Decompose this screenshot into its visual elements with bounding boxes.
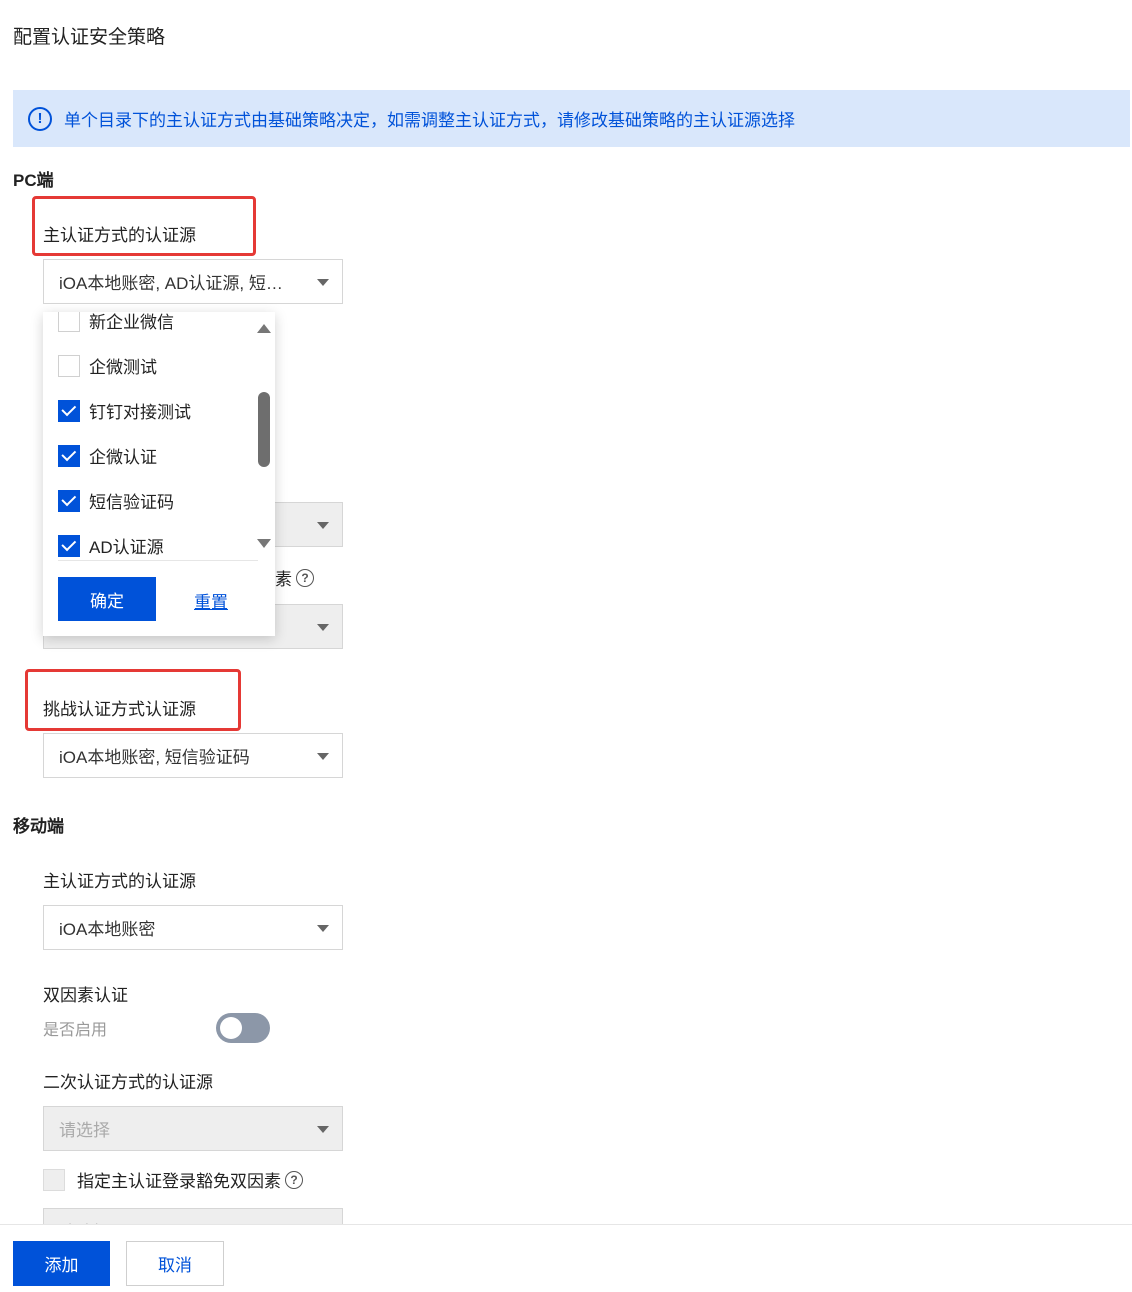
caret-down-icon	[317, 925, 329, 932]
notice-text: 单个目录下的主认证方式由基础策略决定，如需调整主认证方式，请修改基础策略的主认证…	[64, 111, 795, 130]
confirm-button[interactable]: 确定	[58, 577, 156, 621]
scrollbar-thumb[interactable]	[258, 392, 270, 467]
option-label: AD认证源	[89, 538, 164, 557]
dropdown-option[interactable]: 企微认证	[43, 433, 258, 478]
option-label: 企微认证	[89, 448, 157, 467]
dropdown-option[interactable]: 短信验证码	[43, 478, 258, 523]
help-icon[interactable]: ?	[285, 1170, 303, 1189]
pc-primary-source-select[interactable]: iOA本地账密, AD认证源, 短…	[43, 259, 343, 304]
option-checkbox-checked[interactable]	[58, 489, 80, 512]
mobile-primary-source-value: iOA本地账密	[59, 920, 156, 939]
caret-down-icon	[317, 1126, 329, 1133]
caret-down-icon	[317, 279, 329, 286]
info-icon: !	[28, 106, 52, 131]
page-title: 配置认证安全策略	[13, 27, 166, 48]
source-dropdown-panel: 新企业微信 企微测试 钉钉对接测试 企微认证 短信验证码 AD认证源 确定 重置	[43, 312, 275, 636]
option-checkbox-checked[interactable]	[58, 399, 80, 422]
pc-primary-source-value: iOA本地账密, AD认证源, 短…	[59, 274, 283, 293]
scroll-up-arrow-icon[interactable]	[257, 324, 271, 333]
scroll-down-arrow-icon[interactable]	[257, 539, 271, 548]
caret-down-icon	[317, 522, 329, 529]
option-label: 短信验证码	[89, 493, 174, 512]
enable-label: 是否启用	[43, 1022, 108, 1039]
help-icon[interactable]: ?	[296, 568, 314, 587]
mobile-exempt-checkbox[interactable]	[43, 1168, 65, 1191]
mobile-exempt-row[interactable]: 指定主认证登录豁免双因素 ?	[43, 1167, 303, 1192]
mobile-primary-source-select[interactable]: iOA本地账密	[43, 905, 343, 950]
pc-exempt-label-tail-text: 素	[275, 570, 292, 589]
option-checkbox[interactable]	[58, 354, 80, 377]
dropdown-option[interactable]: 企微测试	[43, 343, 258, 388]
toggle-knob	[220, 1017, 242, 1039]
two-factor-label: 双因素认证	[43, 986, 128, 1005]
option-checkbox-checked[interactable]	[58, 444, 80, 467]
mobile-secondary-source-label: 二次认证方式的认证源	[43, 1073, 213, 1092]
pc-challenge-source-select[interactable]: iOA本地账密, 短信验证码	[43, 733, 343, 778]
reset-link[interactable]: 重置	[194, 588, 228, 613]
info-notice: ! 单个目录下的主认证方式由基础策略决定，如需调整主认证方式，请修改基础策略的主…	[13, 90, 1130, 147]
option-checkbox-checked[interactable]	[58, 534, 80, 557]
pc-exempt-label-tail: 素 ?	[275, 565, 314, 590]
mobile-secondary-source-select[interactable]: 请选择	[43, 1106, 343, 1151]
option-label: 钉钉对接测试	[89, 403, 191, 422]
mobile-primary-source-label: 主认证方式的认证源	[43, 872, 196, 891]
dropdown-options: 新企业微信 企微测试 钉钉对接测试 企微认证 短信验证码 AD认证源	[43, 312, 258, 568]
cancel-button[interactable]: 取消	[126, 1241, 224, 1286]
caret-down-icon	[317, 624, 329, 631]
option-checkbox[interactable]	[58, 312, 80, 332]
pc-challenge-source-value: iOA本地账密, 短信验证码	[59, 748, 250, 767]
option-label: 企微测试	[89, 358, 157, 377]
mobile-exempt-label: 指定主认证登录豁免双因素	[77, 1172, 281, 1191]
pc-challenge-source-label: 挑战认证方式认证源	[43, 700, 196, 719]
dropdown-divider	[58, 560, 258, 561]
dropdown-option[interactable]: 钉钉对接测试	[43, 388, 258, 433]
pc-section-heading: PC端	[13, 171, 54, 190]
dropdown-option[interactable]: AD认证源	[43, 523, 258, 568]
add-button[interactable]: 添加	[13, 1241, 110, 1286]
mobile-secondary-source-placeholder: 请选择	[59, 1121, 110, 1140]
footer-bar: 添加 取消	[0, 1224, 1132, 1292]
mobile-section-heading: 移动端	[13, 817, 64, 836]
dropdown-option[interactable]: 新企业微信	[43, 312, 258, 343]
two-factor-toggle[interactable]	[216, 1013, 270, 1043]
pc-primary-source-label: 主认证方式的认证源	[43, 226, 196, 245]
caret-down-icon	[317, 753, 329, 760]
option-label: 新企业微信	[89, 313, 174, 332]
